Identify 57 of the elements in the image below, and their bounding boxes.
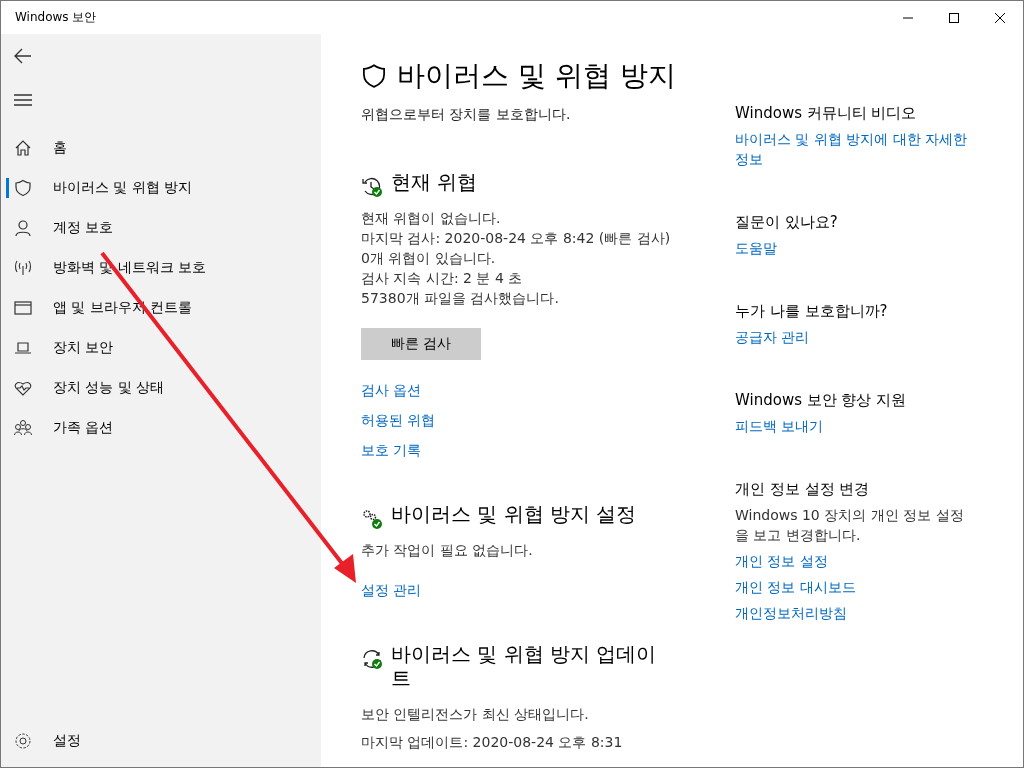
link[interactable]: 개인정보처리방침	[735, 603, 975, 623]
sidebar-item[interactable]: 홈	[1, 128, 321, 168]
close-icon	[995, 12, 1005, 23]
shield-icon	[361, 62, 387, 90]
panel-heading: Windows 보안 향상 지원	[735, 391, 908, 410]
page-subtitle: 위협으로부터 장치를 보호합니다.	[361, 106, 572, 124]
sidebar-item[interactable]: 가족 옵션	[1, 408, 321, 448]
status-text: 0개 위협이 있습니다.	[361, 249, 497, 268]
history-check-icon	[361, 176, 383, 198]
refresh-check-icon	[361, 648, 383, 670]
window-title: Windows 보안	[14, 9, 97, 26]
sidebar-item[interactable]: 앱 및 브라우저 컨트롤	[1, 288, 321, 328]
heart-pulse-icon	[14, 379, 32, 397]
settings-item[interactable]: 설정	[1, 721, 321, 761]
settings-icon	[14, 732, 32, 750]
link[interactable]: 설정 관리	[361, 580, 422, 600]
link[interactable]: 개인 정보 대시보드	[735, 577, 975, 597]
link[interactable]: 보호 기록	[361, 440, 422, 460]
shield-icon	[14, 179, 32, 197]
link[interactable]: 개인 정보 설정	[735, 551, 975, 571]
laptop-icon	[14, 339, 32, 357]
status-text: 검사 지속 시간: 2 분 4 초	[361, 269, 524, 288]
status-text: 마지막 검사: 2020-08-24 오후 8:42 (빠른 검사)	[361, 229, 672, 248]
section-heading: 바이러스 및 위협 방지 설정	[391, 502, 638, 526]
link[interactable]: 바이러스 및 위협 방지에 대한 자세한 정보	[735, 129, 975, 169]
section-heading: 바이러스 및 위협 방지 업데이트	[391, 642, 658, 690]
status-text: 57380개 파일을 검사했습니다.	[361, 289, 560, 308]
panel-heading: 질문이 있나요?	[735, 213, 839, 232]
link[interactable]: 허용된 위협	[361, 410, 436, 430]
menu-icon	[14, 94, 32, 106]
sidebar-item[interactable]: 바이러스 및 위협 방지	[1, 168, 321, 208]
status-text: 마지막 업데이트: 2020-08-24 오후 8:31	[361, 733, 624, 752]
family-icon	[14, 419, 32, 437]
status-text: 보안 인텔리전스가 최신 상태입니다.	[361, 705, 590, 724]
home-icon	[14, 139, 32, 157]
gears-check-icon	[361, 508, 383, 530]
panel-heading: 개인 정보 설정 변경	[735, 480, 871, 499]
maximize-icon	[949, 12, 959, 23]
panel-heading: 누가 나를 보호합니까?	[735, 302, 889, 321]
sidebar-item[interactable]: 장치 성능 및 상태	[1, 368, 321, 408]
section-heading: 현재 위협	[391, 170, 479, 194]
status-text: 현재 위협이 없습니다.	[361, 209, 502, 228]
panel-heading: Windows 커뮤니티 비디오	[735, 104, 918, 123]
panel-text: Windows 10 장치의 개인 정보 설정을 보고 변경합니다.	[735, 506, 965, 545]
sidebar-item[interactable]: 장치 보안	[1, 328, 321, 368]
status-text: 추가 작업이 필요 없습니다.	[361, 541, 534, 560]
back-arrow-icon	[14, 48, 32, 64]
sidebar-item[interactable]: 계정 보호	[1, 208, 321, 248]
antenna-icon	[14, 259, 32, 277]
link[interactable]: 공급자 관리	[735, 327, 975, 347]
window-icon	[14, 299, 32, 317]
quick-scan-button[interactable]: 빠른 검사	[361, 328, 481, 360]
page-title-text: 바이러스 및 위협 방지	[397, 58, 676, 94]
link[interactable]: 도움말	[735, 238, 975, 258]
person-icon	[14, 219, 32, 237]
link[interactable]: 검사 옵션	[361, 380, 422, 400]
link[interactable]: 피드백 보내기	[735, 416, 975, 436]
